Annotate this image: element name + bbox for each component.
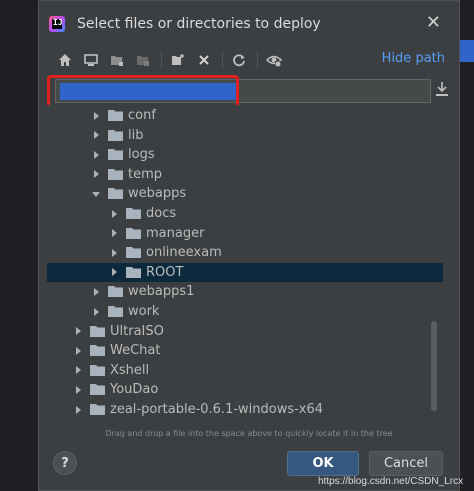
tree-item-label: logs	[128, 147, 155, 163]
folder-icon	[108, 148, 124, 161]
tree-item-label: onlineexam	[146, 245, 222, 261]
tree-item[interactable]: zeal-portable-0.6.1-windows-x64	[47, 400, 443, 419]
download-icon[interactable]	[435, 81, 451, 99]
tree-item[interactable]: onlineexam	[47, 243, 443, 262]
drag-drop-hint: Drag and drop a file into the space abov…	[105, 429, 393, 438]
folder-icon	[90, 403, 106, 416]
tree-item[interactable]: lib	[47, 126, 443, 145]
tree-item-label: webapps1	[128, 284, 195, 300]
tree-item-label: docs	[146, 206, 177, 221]
ok-button[interactable]: OK	[287, 451, 359, 476]
folder-icon	[90, 364, 106, 377]
expand-arrow-right-icon[interactable]	[109, 267, 119, 277]
expand-arrow-right-icon[interactable]	[91, 111, 101, 121]
tree-item-label: manager	[146, 225, 205, 241]
background-window-right	[460, 0, 474, 491]
close-icon[interactable]: ✕	[426, 14, 441, 32]
tree-scrollbar[interactable]	[431, 321, 437, 411]
file-toolbar: Hide path	[39, 47, 459, 73]
folder-icon	[126, 246, 142, 259]
tree-item-label: conf	[128, 108, 156, 123]
project-folder-icon[interactable]	[107, 50, 127, 70]
tree-item[interactable]: webapps1	[47, 282, 443, 301]
home-icon[interactable]	[55, 50, 75, 70]
tree-item[interactable]: work	[47, 302, 443, 321]
background-window-left	[0, 0, 38, 491]
desktop-icon[interactable]	[81, 50, 101, 70]
watermark: https://blog.csdn.net/CSDN_Lrcx	[318, 476, 464, 487]
folder-icon	[126, 227, 142, 240]
tree-item[interactable]: YouDao	[47, 380, 443, 399]
hide-path-link[interactable]: Hide path	[382, 51, 445, 66]
tree-item[interactable]: Xshell	[47, 361, 443, 380]
expand-arrow-right-icon[interactable]	[109, 248, 119, 258]
cancel-button[interactable]: Cancel	[369, 451, 443, 476]
help-button[interactable]: ?	[53, 451, 77, 475]
tree-item-label: YouDao	[110, 382, 159, 398]
path-row	[47, 75, 451, 112]
expand-arrow-right-icon[interactable]	[109, 209, 119, 219]
expand-arrow-right-icon[interactable]	[73, 405, 83, 415]
folder-icon	[90, 383, 106, 396]
expand-arrow-right-icon[interactable]	[91, 169, 101, 179]
refresh-icon[interactable]	[229, 50, 249, 70]
expand-arrow-right-icon[interactable]	[91, 150, 101, 160]
expand-arrow-down-icon[interactable]	[91, 189, 101, 199]
new-folder-icon[interactable]	[168, 50, 188, 70]
folder-icon	[108, 168, 124, 181]
tree-item-label: temp	[128, 166, 163, 182]
folder-icon	[126, 266, 142, 279]
dialog-title: Select files or directories to deploy	[77, 16, 321, 32]
module-folder-icon[interactable]	[133, 50, 153, 70]
tree-item-label: lib	[128, 127, 144, 143]
folder-icon	[108, 285, 124, 298]
toolbar-separator	[257, 52, 258, 68]
intellij-app-icon: IJ	[49, 16, 65, 32]
tree-item-label: Xshell	[110, 362, 150, 378]
folder-icon	[90, 325, 106, 338]
file-tree[interactable]: conf lib logs temp webapps docs manager onlinee…	[47, 105, 443, 423]
tree-item[interactable]: temp	[47, 165, 443, 184]
tree-item[interactable]: ROOT	[47, 262, 443, 282]
deploy-dialog: IJ Select files or directories to deploy…	[38, 0, 460, 491]
tree-item[interactable]: conf	[47, 106, 443, 125]
tree-item-label: zeal-portable-0.6.1-windows-x64	[110, 402, 324, 417]
tree-item-label: ROOT	[146, 264, 184, 280]
folder-icon	[108, 305, 124, 318]
toolbar-separator	[222, 52, 223, 68]
tree-item[interactable]: UltraISO	[47, 322, 443, 341]
tree-item[interactable]: logs	[47, 145, 443, 164]
tree-item[interactable]: manager	[47, 224, 443, 243]
tree-item[interactable]: webapps	[47, 184, 443, 203]
tree-item-label: UltraISO	[110, 323, 164, 339]
folder-icon	[126, 207, 142, 220]
folder-icon	[108, 129, 124, 142]
expand-arrow-right-icon[interactable]	[73, 346, 83, 356]
background-selection	[460, 40, 474, 62]
expand-arrow-right-icon[interactable]	[73, 326, 83, 336]
folder-icon	[108, 109, 124, 122]
title-bar[interactable]: IJ Select files or directories to deploy…	[39, 1, 459, 47]
delete-icon[interactable]	[194, 50, 214, 70]
toolbar-separator	[161, 52, 162, 68]
tree-item-label: webapps	[128, 186, 187, 202]
folder-icon	[108, 187, 124, 200]
folder-icon	[90, 344, 106, 357]
tree-item[interactable]: docs	[47, 204, 443, 223]
expand-arrow-right-icon[interactable]	[91, 307, 101, 317]
expand-arrow-right-icon[interactable]	[109, 228, 119, 238]
tree-item[interactable]: WeChat	[47, 341, 443, 360]
expand-arrow-right-icon[interactable]	[91, 130, 101, 140]
show-hidden-icon[interactable]	[264, 50, 284, 70]
expand-arrow-right-icon[interactable]	[73, 385, 83, 395]
expand-arrow-right-icon[interactable]	[73, 365, 83, 375]
tree-item-label: WeChat	[110, 343, 161, 359]
expand-arrow-right-icon[interactable]	[91, 287, 101, 297]
tree-item-label: work	[128, 304, 160, 319]
